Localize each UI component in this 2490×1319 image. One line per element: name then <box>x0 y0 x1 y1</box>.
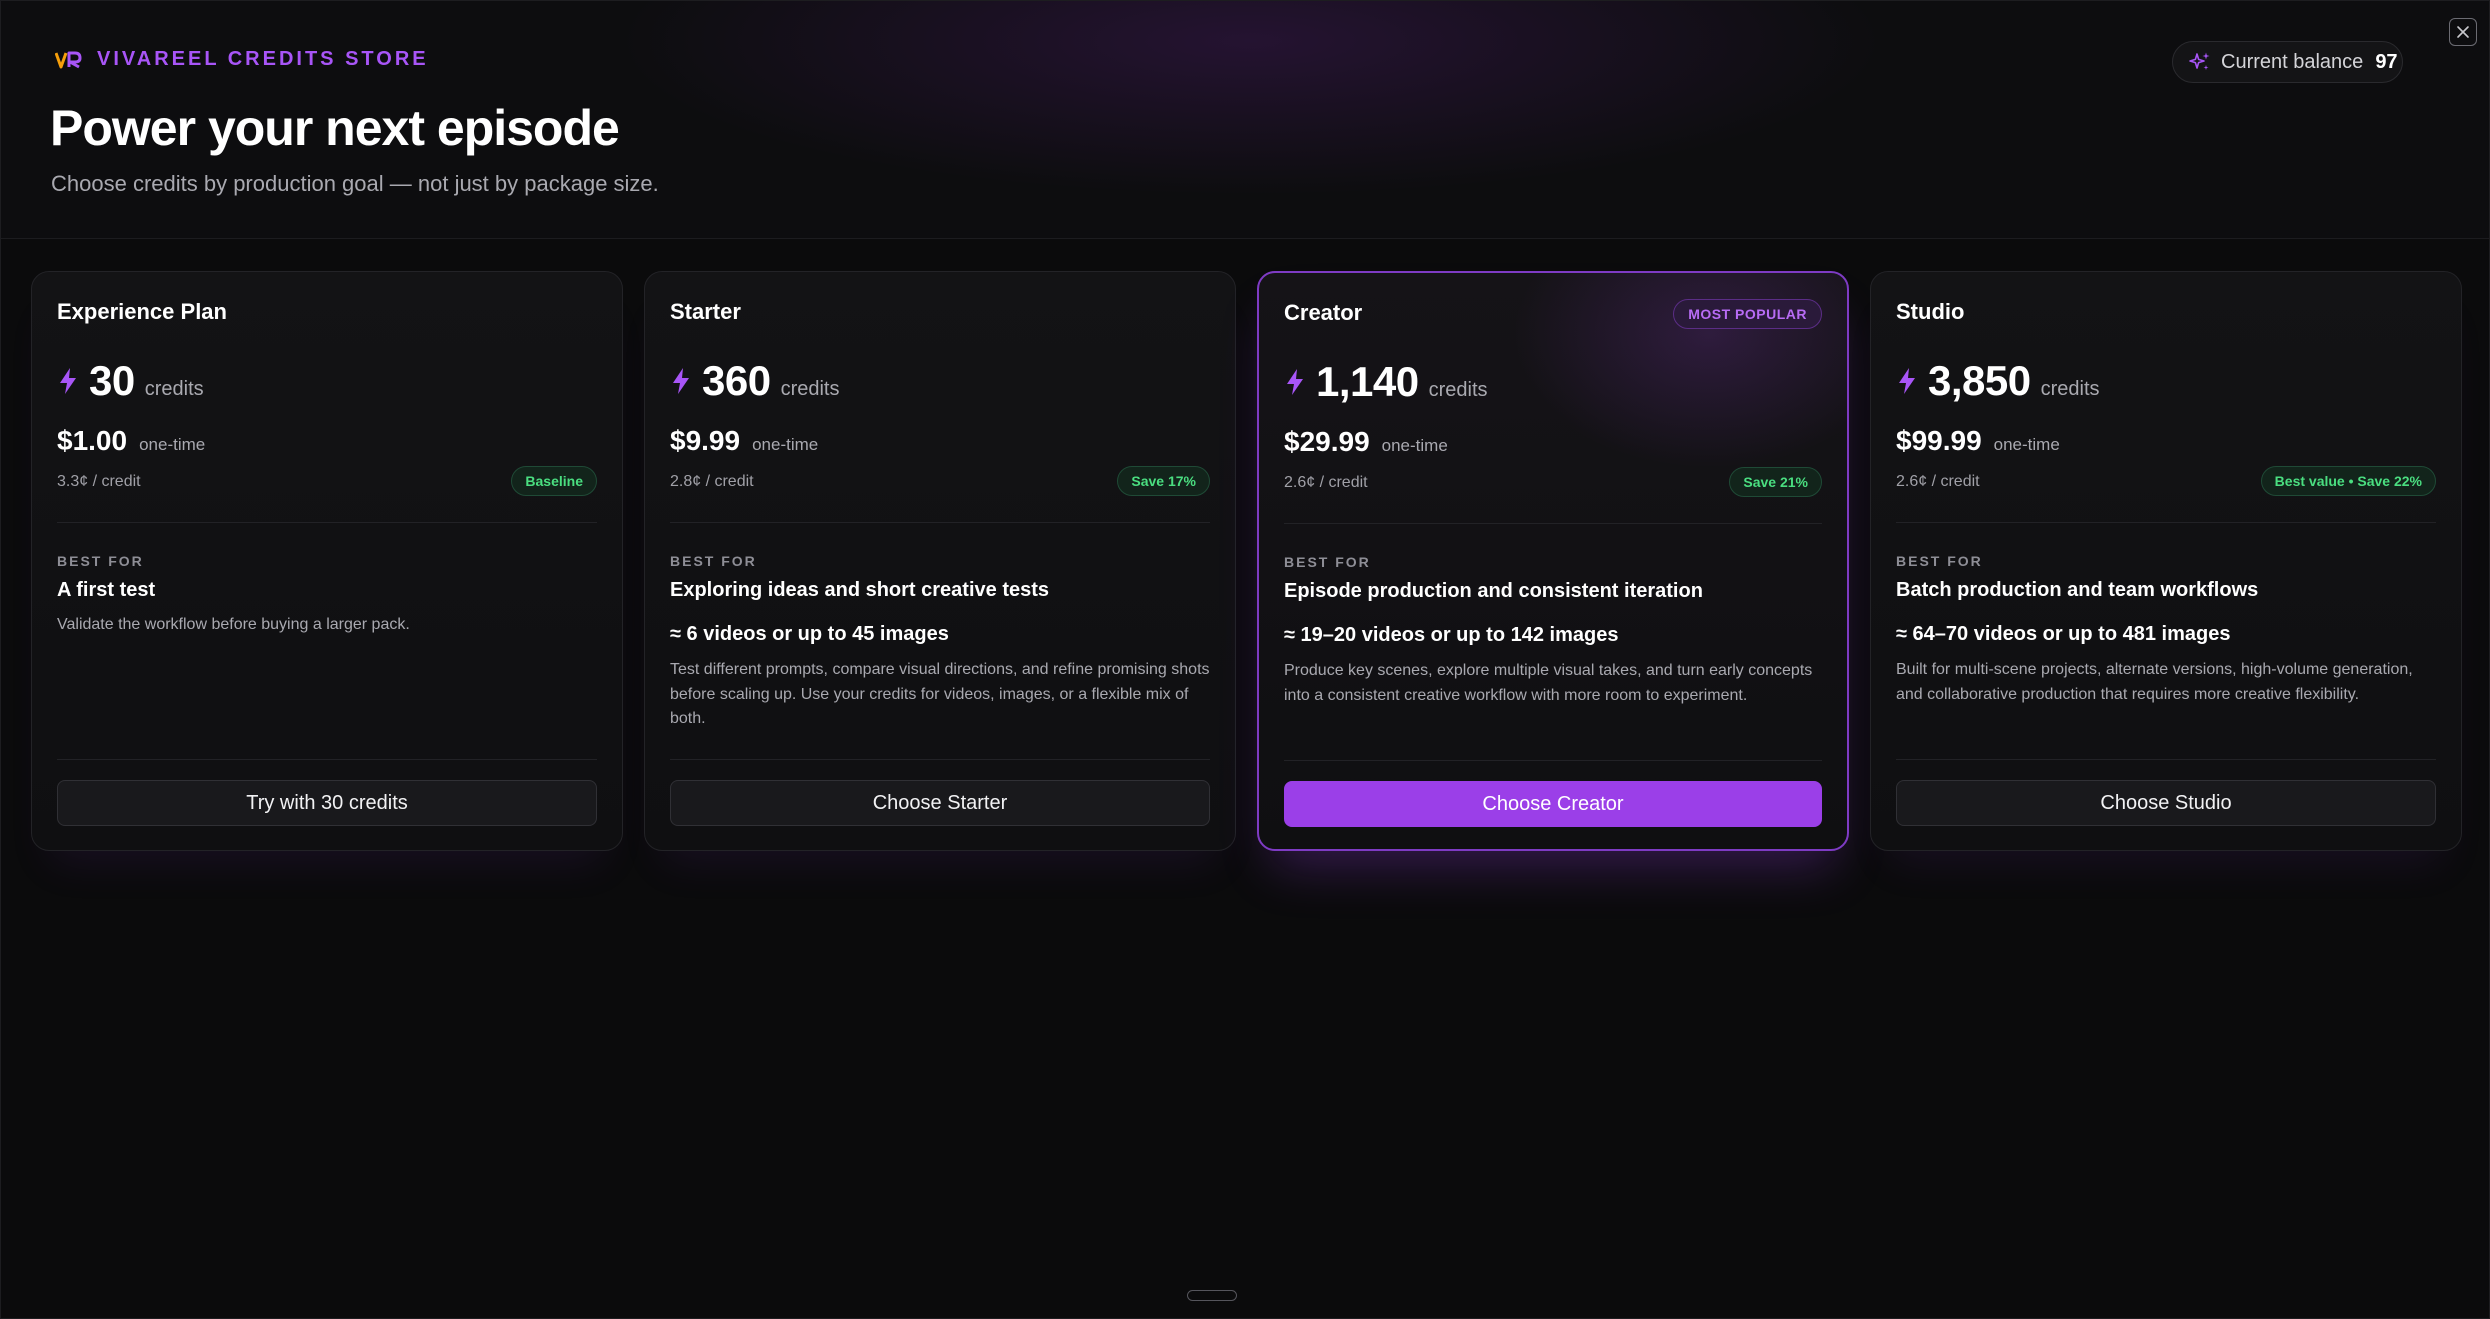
bolt-icon <box>1899 368 1915 394</box>
bolt-icon <box>1287 369 1303 395</box>
usage-estimate: ≈ 64–70 videos or up to 481 images <box>1896 623 2231 645</box>
bolt-icon <box>60 368 76 394</box>
plan-cards: Experience Plan 30 credits $1.00 one-tim… <box>31 271 2463 851</box>
price-row: $1.00 one-time <box>57 425 205 457</box>
sparkle-icon <box>2189 52 2210 70</box>
credits-unit: credits <box>780 378 840 400</box>
plan-description: Produce key scenes, explore multiple vis… <box>1284 662 1813 704</box>
savings-badge: Best value • Save 22% <box>2260 466 2436 496</box>
price: $9.99 <box>670 425 741 456</box>
savings-badge: Baseline <box>511 466 597 496</box>
price-note: one-time <box>139 435 206 454</box>
divider <box>1284 760 1822 761</box>
credits-row: 1,140 credits <box>1284 358 1488 406</box>
per-credit-price: 3.3¢ / credit <box>57 473 141 490</box>
choose-studio-button[interactable]: Choose Studio <box>1896 780 2436 826</box>
savings-badge: Save 21% <box>1729 467 1822 497</box>
best-for-heading: Batch production and team workflows <box>1896 579 2259 601</box>
drag-handle[interactable] <box>1187 1290 1237 1301</box>
choose-creator-button[interactable]: Choose Creator <box>1284 781 1822 827</box>
credits-amount: 30 <box>89 357 135 404</box>
divider <box>57 522 597 523</box>
plan-name: Experience Plan <box>57 299 227 324</box>
divider <box>1284 523 1822 524</box>
try-30-credits-button[interactable]: Try with 30 credits <box>57 780 597 826</box>
plan-card-studio: Studio 3,850 credits $99.99 one-time 2.6… <box>1870 271 2462 851</box>
divider <box>1896 522 2436 523</box>
brand-name: VIVAREEL CREDITS STORE <box>97 48 429 70</box>
plan-description: Test different prompts, compare visual d… <box>670 661 1210 727</box>
close-icon <box>2457 26 2469 38</box>
plan-name: Creator <box>1284 300 1363 325</box>
best-for-label: BEST FOR <box>1896 553 1983 569</box>
best-for-description: Validate the workflow before buying a la… <box>57 616 410 633</box>
price: $29.99 <box>1284 426 1370 457</box>
price-row: $99.99 one-time <box>1896 425 2060 457</box>
choose-starter-button[interactable]: Choose Starter <box>670 780 1210 826</box>
plan-card-starter: Starter 360 credits $9.99 one-time 2.8¢ … <box>644 271 1236 851</box>
plan-name: Studio <box>1896 299 1965 324</box>
best-for-heading: A first test <box>57 579 156 601</box>
credits-amount: 1,140 <box>1316 358 1419 405</box>
balance-pill: Current balance 97 <box>2172 41 2403 83</box>
plan-name: Starter <box>670 299 741 324</box>
savings-badge: Save 17% <box>1117 466 1210 496</box>
balance-label: Current balance <box>2221 50 2364 73</box>
page-title: Power your next episode <box>50 100 620 156</box>
credits-unit: credits <box>1428 379 1488 401</box>
price-note: one-time <box>752 435 819 454</box>
credits-row: 3,850 credits <box>1896 357 2100 405</box>
plan-card-creator: Creator MOST POPULAR 1,140 credits $29.9… <box>1257 271 1849 851</box>
per-credit-price: 2.8¢ / credit <box>670 473 754 490</box>
credits-unit: credits <box>144 378 204 400</box>
page-subtitle: Choose credits by production goal — not … <box>51 171 659 196</box>
best-for-heading: Episode production and consistent iterat… <box>1284 580 1703 602</box>
credits-amount: 3,850 <box>1928 357 2031 404</box>
divider <box>57 759 597 760</box>
brand: VIVAREEL CREDITS STORE <box>55 48 429 71</box>
per-credit-price: 2.6¢ / credit <box>1284 474 1368 491</box>
vivareel-logo-icon <box>55 51 82 68</box>
balance-value: 97 <box>2375 50 2398 73</box>
credits-amount: 360 <box>702 357 771 404</box>
plan-card-experience: Experience Plan 30 credits $1.00 one-tim… <box>31 271 623 851</box>
divider <box>670 759 1210 760</box>
best-for-label: BEST FOR <box>57 553 144 569</box>
price-row: $9.99 one-time <box>670 425 818 457</box>
credits-row: 30 credits <box>57 357 204 405</box>
price: $99.99 <box>1896 425 1982 456</box>
divider <box>1896 759 2436 760</box>
price-note: one-time <box>1381 436 1448 455</box>
price: $1.00 <box>57 425 128 456</box>
credits-row: 360 credits <box>670 357 839 405</box>
credits-unit: credits <box>2040 378 2100 400</box>
per-credit-price: 2.6¢ / credit <box>1896 473 1980 490</box>
price-row: $29.99 one-time <box>1284 426 1448 458</box>
plan-description: Built for multi-scene projects, alternat… <box>1896 661 2413 703</box>
close-button[interactable] <box>2449 18 2477 46</box>
price-note: one-time <box>1993 435 2060 454</box>
bolt-icon <box>673 368 689 394</box>
store-header: VIVAREEL CREDITS STORE Power your next e… <box>1 1 2489 239</box>
usage-estimate: ≈ 6 videos or up to 45 images <box>670 623 949 645</box>
credits-store-page: VIVAREEL CREDITS STORE Power your next e… <box>0 0 2490 1319</box>
best-for-label: BEST FOR <box>1284 554 1371 570</box>
divider <box>670 522 1210 523</box>
usage-estimate: ≈ 19–20 videos or up to 142 images <box>1284 624 1619 646</box>
best-for-label: BEST FOR <box>670 553 757 569</box>
most-popular-badge: MOST POPULAR <box>1673 299 1822 329</box>
best-for-heading: Exploring ideas and short creative tests <box>670 579 1050 601</box>
